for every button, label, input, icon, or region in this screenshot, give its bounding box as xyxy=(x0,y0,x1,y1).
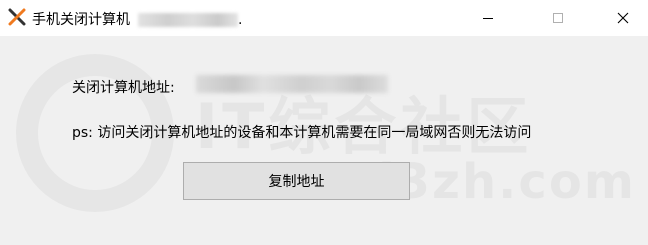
app-logo-icon xyxy=(8,8,26,26)
redacted-title-part xyxy=(138,13,238,27)
window-title-suffix: . xyxy=(238,12,243,28)
address-value-redacted[interactable] xyxy=(196,75,388,93)
address-label: 关闭计算机地址: xyxy=(72,80,175,96)
window-title: 手机关闭计算机. xyxy=(32,9,242,29)
note-text: ps: 访问关闭计算机地址的设备和本计算机需要在同一局域网否则无法访问 xyxy=(72,125,532,141)
minimize-icon xyxy=(483,17,493,19)
minimize-button[interactable] xyxy=(465,0,511,36)
window-title-label: 手机关闭计算机 xyxy=(32,12,130,28)
close-button[interactable] xyxy=(600,0,646,36)
copy-address-button[interactable]: 复制地址 xyxy=(183,162,410,200)
close-icon xyxy=(617,9,629,28)
title-bar[interactable]: 手机关闭计算机. xyxy=(0,0,648,36)
copy-address-button-label: 复制地址 xyxy=(268,174,325,190)
maximize-button[interactable] xyxy=(535,0,581,36)
maximize-icon xyxy=(553,13,563,23)
app-window: 手机关闭计算机. IT综合社区 www.i3zh.com 关闭计算机地址: ps… xyxy=(0,0,648,245)
